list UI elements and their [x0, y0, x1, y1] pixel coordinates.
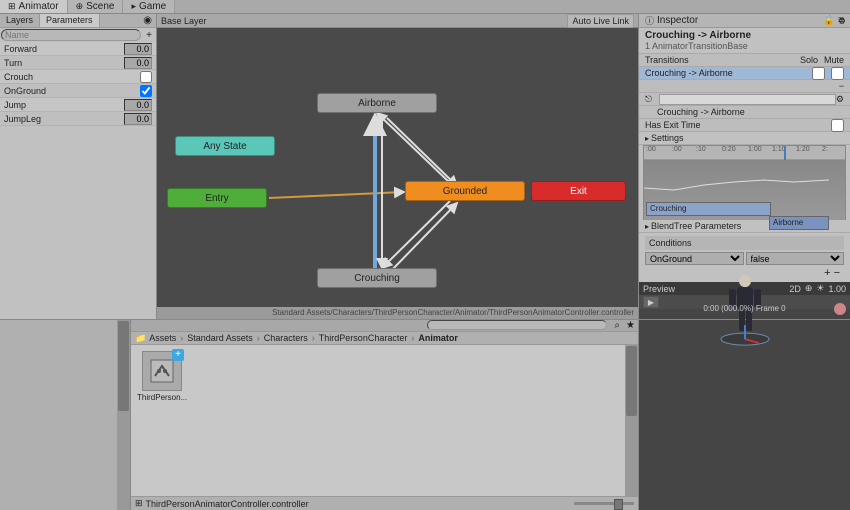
has-exit-time-row: Has Exit Time — [639, 119, 850, 132]
param-search-input[interactable]: Name — [1, 29, 141, 41]
param-value-input[interactable] — [124, 57, 152, 69]
param-checkbox[interactable] — [140, 85, 152, 97]
tab-inspector[interactable]: ⓘInspector🔒≡ — [639, 14, 850, 28]
animator-icon: ⊞ — [8, 1, 16, 12]
param-row[interactable]: Crouch — [0, 70, 156, 84]
param-value-input[interactable] — [124, 43, 152, 55]
transition-icon: ⎋ — [645, 94, 659, 105]
transitions-header: Transitions SoloMute — [639, 54, 850, 67]
tab-animator[interactable]: ⊞Animator — [0, 0, 68, 13]
param-checkbox[interactable] — [140, 71, 152, 83]
state-any[interactable]: Any State — [175, 136, 275, 156]
param-value-input[interactable] — [124, 113, 152, 125]
transition-list-item[interactable]: Crouching -> Airborne — [639, 67, 850, 80]
project-tree[interactable] — [0, 320, 131, 510]
param-row[interactable]: Turn — [0, 56, 156, 70]
solo-checkbox[interactable] — [812, 67, 825, 80]
transition-name-row: ⎋ ⚙ — [639, 93, 850, 106]
breadcrumb: 📁 Assets Standard Assets Characters Thir… — [131, 332, 638, 345]
parameters-tab[interactable]: Parameters — [40, 14, 100, 27]
star-icon[interactable]: ★ — [623, 320, 638, 331]
tab-game[interactable]: ▸Game — [123, 0, 175, 13]
preview-viewport[interactable]: 0:00 (000.0%) Frame 0 — [639, 309, 850, 319]
gear-icon[interactable]: ⚙ — [836, 94, 844, 105]
animator-controller-icon: + — [142, 351, 182, 391]
transition-subtitle: 1 AnimatorTransitionBase — [645, 41, 844, 51]
preview-speed-label: 1.00 — [828, 284, 846, 294]
breadcrumb-item[interactable]: Characters — [264, 333, 308, 343]
eye-icon[interactable]: ◉ — [139, 14, 156, 27]
timeline-ruler: :00 :00 :10 0:20 1:00 1:10 1:20 2: — [644, 146, 845, 160]
inspector-header: Crouching -> Airborne 1 AnimatorTransiti… — [639, 28, 850, 54]
folder-icon: 📁 — [135, 333, 146, 344]
condition-param-select[interactable]: OnGround — [645, 252, 744, 265]
lock-icon[interactable]: 🔒 — [823, 15, 835, 26]
transition-title: Crouching -> Airborne — [645, 30, 844, 41]
filter-icon[interactable]: ⌕ — [611, 320, 623, 331]
state-crouching[interactable]: Crouching — [317, 268, 437, 288]
param-row[interactable]: OnGround — [0, 84, 156, 98]
parameters-panel: Layers Parameters ◉ Name + Forward Turn … — [0, 14, 157, 319]
game-icon: ▸ — [131, 1, 136, 12]
asset-label: ThirdPerson... — [137, 393, 187, 402]
playhead-icon[interactable] — [784, 146, 786, 160]
state-entry[interactable]: Entry — [167, 188, 267, 208]
breadcrumb-item[interactable]: Animator — [418, 333, 458, 343]
scrollbar-vertical[interactable] — [625, 345, 638, 496]
project-search-input[interactable] — [427, 320, 607, 330]
inspector-icon: ⓘ — [645, 14, 654, 27]
selected-asset-label: ThirdPersonAnimatorController.controller — [146, 499, 309, 509]
breadcrumb-item[interactable]: Assets — [149, 333, 176, 343]
timeline-clip-airborne[interactable]: Airborne — [769, 216, 829, 230]
gear-icon[interactable]: ⚙ — [838, 16, 846, 27]
animator-graph[interactable]: Base Layer Auto Live Link Any State Entr… — [157, 14, 638, 319]
add-param-button[interactable]: + — [142, 30, 156, 41]
layers-tab[interactable]: Layers — [0, 14, 40, 27]
state-grounded[interactable]: Grounded — [405, 181, 525, 201]
scene-icon: ⊕ — [76, 1, 84, 12]
project-footer: ⊞ ThirdPersonAnimatorController.controll… — [131, 496, 638, 510]
transition-edges — [157, 28, 638, 307]
breadcrumb-item[interactable]: Standard Assets — [187, 333, 253, 343]
state-exit[interactable]: Exit — [531, 181, 626, 201]
param-value-input[interactable] — [124, 99, 152, 111]
transition-timeline[interactable]: :00 :00 :10 0:20 1:00 1:10 1:20 2: Crouc… — [643, 145, 846, 220]
graph-footer-path: Standard Assets/Characters/ThirdPersonCh… — [157, 307, 638, 319]
state-airborne[interactable]: Airborne — [317, 93, 437, 113]
mute-checkbox[interactable] — [831, 67, 844, 80]
add-badge-icon: + — [172, 349, 184, 361]
animator-controller-icon: ⊞ — [135, 498, 143, 509]
grid-size-slider[interactable] — [574, 502, 634, 505]
param-row[interactable]: Jump — [0, 98, 156, 112]
main-tabs: ⊞Animator ⊕Scene ▸Game — [0, 0, 850, 14]
preview-light-icon[interactable]: ☀ — [816, 283, 824, 294]
param-row[interactable]: Forward — [0, 42, 156, 56]
inspector-panel: ⓘInspector🔒≡ Crouching -> Airborne 1 Ani… — [638, 14, 850, 319]
breadcrumb-item[interactable]: ThirdPersonCharacter — [319, 333, 408, 343]
avatar-picker-icon[interactable] — [834, 303, 846, 315]
scrollbar-vertical[interactable] — [117, 320, 130, 510]
project-toolbar: ⌕ ★ — [131, 320, 638, 332]
has-exit-time-checkbox[interactable] — [831, 119, 844, 132]
condition-value-select[interactable]: false — [746, 252, 845, 265]
remove-transition-button[interactable]: − — [839, 81, 844, 91]
asset-item[interactable]: + ThirdPerson... — [137, 351, 187, 402]
param-row[interactable]: JumpLeg — [0, 112, 156, 126]
remove-condition-button[interactable]: − — [834, 267, 840, 279]
transition-name-label: Crouching -> Airborne — [639, 106, 850, 119]
add-condition-button[interactable]: + — [824, 267, 830, 279]
auto-live-link-toggle[interactable]: Auto Live Link — [567, 14, 634, 28]
preview-frame-label: 0:00 (000.0%) Frame 0 — [639, 304, 850, 313]
settings-foldout[interactable]: ▸Settings — [639, 132, 850, 145]
preview-2d-toggle[interactable]: 2D — [789, 284, 801, 294]
transition-name-field[interactable] — [659, 94, 836, 105]
base-layer-label: Base Layer — [161, 16, 207, 26]
conditions-label: Conditions — [645, 236, 844, 250]
tab-scene[interactable]: ⊕Scene — [68, 0, 124, 13]
timeline-clip-crouching[interactable]: Crouching — [646, 202, 771, 216]
chevron-right-icon: ▸ — [645, 134, 649, 143]
project-grid[interactable]: + ThirdPerson... — [131, 345, 638, 496]
preview-gizmo-icon[interactable]: ⊕ — [805, 283, 813, 294]
chevron-right-icon: ▸ — [645, 222, 649, 231]
